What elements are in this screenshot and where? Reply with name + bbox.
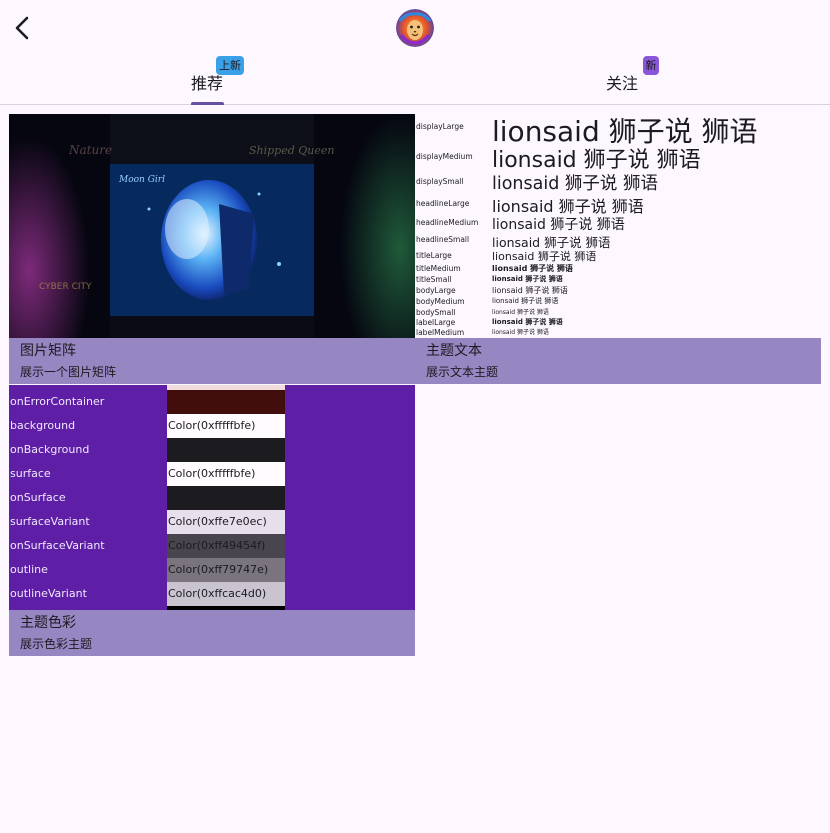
svg-text:Nature: Nature	[68, 143, 112, 157]
tab-indicator	[191, 102, 224, 105]
color-name: surface	[10, 467, 51, 480]
tab-bar: 推荐 上新 关注 新	[0, 56, 830, 105]
type-sample: lionsaid 狮子说 狮语	[492, 250, 597, 263]
color-row: onErrorContainer	[9, 390, 415, 414]
type-name: titleMedium	[416, 264, 461, 273]
color-swatch: Color(0xfffffbfe)	[167, 462, 285, 486]
color-swatch	[167, 390, 285, 414]
color-name: onErrorContainer	[10, 395, 105, 408]
type-sample: lionsaid 狮子说 狮语	[492, 297, 559, 305]
color-name: outlineVariant	[10, 587, 87, 600]
color-row: outlineVariant Color(0xffcac4d0)	[9, 582, 415, 606]
app-bar	[0, 0, 830, 56]
type-sample: lionsaid 狮子说 狮语	[492, 318, 563, 326]
tab-follow[interactable]: 关注 新	[415, 56, 830, 104]
type-sample: lionsaid 狮子说 狮语	[492, 217, 625, 233]
type-name: displayLarge	[416, 122, 464, 131]
type-row-displayLarge: displayLarge lionsaid 狮子说 狮语	[415, 114, 821, 148]
type-row-labelMedium: labelMedium lionsaid 狮子说 狮语	[415, 328, 821, 338]
color-row: outline Color(0xff79747e)	[9, 558, 415, 582]
image-grid-card[interactable]: Nature Shipped Queen CYBER CITY Moon Gir…	[9, 114, 415, 384]
type-name: headlineMedium	[416, 218, 479, 227]
type-row-headlineSmall: headlineSmall lionsaid 狮子说 狮语	[415, 233, 821, 250]
tab-recommend[interactable]: 推荐 上新	[0, 56, 415, 105]
type-name: bodySmall	[416, 308, 456, 317]
card-subtitle: 展示一个图片矩阵	[20, 365, 117, 379]
card-subtitle: 展示色彩主题	[20, 637, 93, 651]
type-row-displaySmall: displaySmall lionsaid 狮子说 狮语	[415, 172, 821, 194]
type-sample: lionsaid 狮子说 狮语	[492, 309, 549, 316]
color-swatch: Color(0xffcac4d0)	[167, 582, 285, 606]
color-swatch: Color(0xff79747e)	[167, 558, 285, 582]
type-sample: lionsaid 狮子说 狮语	[492, 286, 568, 295]
theme-color-caption: 主题色彩 展示色彩主题	[9, 610, 415, 656]
type-row-bodySmall: bodySmall lionsaid 狮子说 狮语	[415, 308, 821, 318]
type-row-displayMedium: displayMedium lionsaid 狮子说 狮语	[415, 145, 821, 173]
type-row-headlineLarge: headlineLarge lionsaid 狮子说 狮语	[415, 195, 821, 216]
type-name: titleSmall	[416, 275, 452, 284]
image-grid-caption: 图片矩阵 展示一个图片矩阵	[9, 338, 415, 384]
color-name: surfaceVariant	[10, 515, 90, 528]
type-row-titleSmall: titleSmall lionsaid 狮子说 狮语	[415, 275, 821, 286]
type-name: displayMedium	[416, 152, 473, 161]
color-name: outline	[10, 563, 48, 576]
card-title: 主题文本	[426, 343, 482, 359]
type-sample: lionsaid 狮子说 狮语	[492, 264, 573, 273]
theme-text-caption: 主题文本 展示文本主题	[415, 338, 821, 384]
type-sample: lionsaid 狮子说 狮语	[492, 275, 563, 283]
poster-title: Moon Girl	[118, 175, 165, 185]
color-name: onSurfaceVariant	[10, 539, 105, 552]
type-name: titleLarge	[416, 251, 452, 260]
type-sample: lionsaid 狮子说 狮语	[492, 174, 658, 194]
type-name: labelMedium	[416, 328, 465, 337]
lion-avatar[interactable]	[396, 9, 434, 47]
color-row: surfaceVariant Color(0xffe7e0ec)	[9, 510, 415, 534]
color-name: background	[10, 419, 76, 432]
type-name: bodyMedium	[416, 297, 465, 306]
color-row: surface Color(0xfffffbfe)	[9, 462, 415, 486]
color-swatch: Color(0xffe7e0ec)	[167, 510, 285, 534]
theme-text-card[interactable]: displayLarge lionsaid 狮子说 狮语 displayMedi…	[415, 114, 821, 384]
svg-text:Shipped Queen: Shipped Queen	[249, 144, 334, 157]
svg-text:CYBER CITY: CYBER CITY	[39, 282, 92, 292]
tab-follow-badge: 新	[643, 56, 659, 75]
image-grid: Nature Shipped Queen CYBER CITY Moon Gir…	[9, 114, 415, 338]
type-name: displaySmall	[416, 177, 464, 186]
type-row-headlineMedium: headlineMedium lionsaid 狮子说 狮语	[415, 215, 821, 233]
type-row-labelLarge: labelLarge lionsaid 狮子说 狮语	[415, 318, 821, 328]
type-row-bodyLarge: bodyLarge lionsaid 狮子说 狮语	[415, 286, 821, 297]
type-row-titleMedium: titleMedium lionsaid 狮子说 狮语	[415, 264, 821, 275]
color-name: onSurface	[10, 491, 66, 504]
theme-color-card[interactable]: onErrorContainer background Color(0xffff…	[9, 385, 415, 656]
card-title: 图片矩阵	[20, 343, 76, 359]
color-list: onErrorContainer background Color(0xffff…	[9, 385, 415, 610]
type-name: labelLarge	[416, 318, 456, 327]
type-row-titleLarge: titleLarge lionsaid 狮子说 狮语	[415, 249, 821, 263]
color-swatch	[167, 438, 285, 462]
tab-follow-label: 关注	[606, 74, 639, 93]
type-name: headlineSmall	[416, 235, 470, 244]
card-title: 主题色彩	[20, 615, 76, 631]
typography-list: displayLarge lionsaid 狮子说 狮语 displayMedi…	[415, 114, 821, 338]
type-name: bodyLarge	[416, 286, 456, 295]
color-row: onSurfaceVariant Color(0xff49454f)	[9, 534, 415, 558]
type-row-bodyMedium: bodyMedium lionsaid 狮子说 狮语	[415, 297, 821, 308]
color-swatch: Color(0xff49454f)	[167, 534, 285, 558]
color-row: onSurface	[9, 486, 415, 510]
color-row: background Color(0xfffffbfe)	[9, 414, 415, 438]
type-sample: lionsaid 狮子说 狮语	[492, 329, 549, 336]
type-name: headlineLarge	[416, 199, 470, 208]
chevron-left-icon[interactable]	[10, 12, 36, 44]
color-row: onBackground	[9, 438, 415, 462]
tab-recommend-badge: 上新	[216, 56, 244, 75]
color-swatch: Color(0xfffffbfe)	[167, 414, 285, 438]
card-subtitle: 展示文本主题	[426, 365, 499, 379]
color-name: onBackground	[10, 443, 90, 456]
color-swatch	[167, 486, 285, 510]
